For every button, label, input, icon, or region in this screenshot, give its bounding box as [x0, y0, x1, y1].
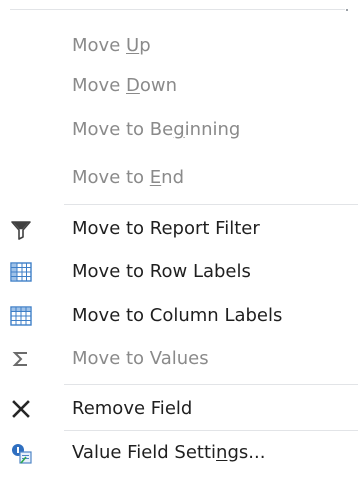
menu-item-label: Move to Report Filter: [72, 218, 260, 239]
menu-item-move-to-values[interactable]: Move to Values: [0, 339, 359, 379]
menu-separator: [64, 204, 358, 205]
menu-item-move-to-beginning[interactable]: Move to Beginning: [0, 110, 359, 150]
menu-item-move-up[interactable]: Move Up: [0, 26, 359, 66]
menu-item-label: Move to Values: [72, 348, 209, 369]
menu-item-move-to-column-labels[interactable]: Move to Column Labels: [0, 296, 359, 336]
field-settings-icon: [8, 440, 34, 466]
sigma-icon: [8, 346, 34, 372]
menu-item-label: Move to Row Labels: [72, 261, 251, 282]
menu-separator: [64, 430, 358, 431]
menu-item-label: Move to End: [72, 167, 185, 188]
menu-item-remove-field[interactable]: Remove Field: [0, 389, 359, 429]
menu-item-label: Remove Field: [72, 398, 193, 419]
menu-item-label: Move to Column Labels: [72, 305, 283, 326]
menu-item-move-to-end[interactable]: Move to End: [0, 158, 359, 198]
row-labels-grid-icon: [8, 259, 34, 285]
menu-item-move-to-report-filter[interactable]: Move to Report Filter: [0, 209, 359, 249]
column-labels-grid-icon: [8, 303, 34, 329]
menu-item-label: Move to Beginning: [72, 119, 241, 140]
menu-item-move-to-row-labels[interactable]: Move to Row Labels: [0, 252, 359, 292]
funnel-filter-icon: [8, 216, 34, 242]
menu-item-label: Move Down: [72, 75, 178, 96]
menu-item-value-field-settings[interactable]: Value Field Settings...: [0, 433, 359, 473]
menu-scroll-indicator: [346, 9, 348, 11]
menu-item-label: Value Field Settings...: [72, 442, 266, 463]
pivot-field-context-menu: Move Up Move Down Move to Beginning Move…: [0, 0, 359, 478]
remove-x-icon: [8, 396, 34, 422]
menu-item-label: Move Up: [72, 35, 151, 56]
menu-separator: [64, 384, 358, 385]
menu-item-move-down[interactable]: Move Down: [0, 66, 359, 106]
menu-top-divider: [10, 9, 345, 10]
